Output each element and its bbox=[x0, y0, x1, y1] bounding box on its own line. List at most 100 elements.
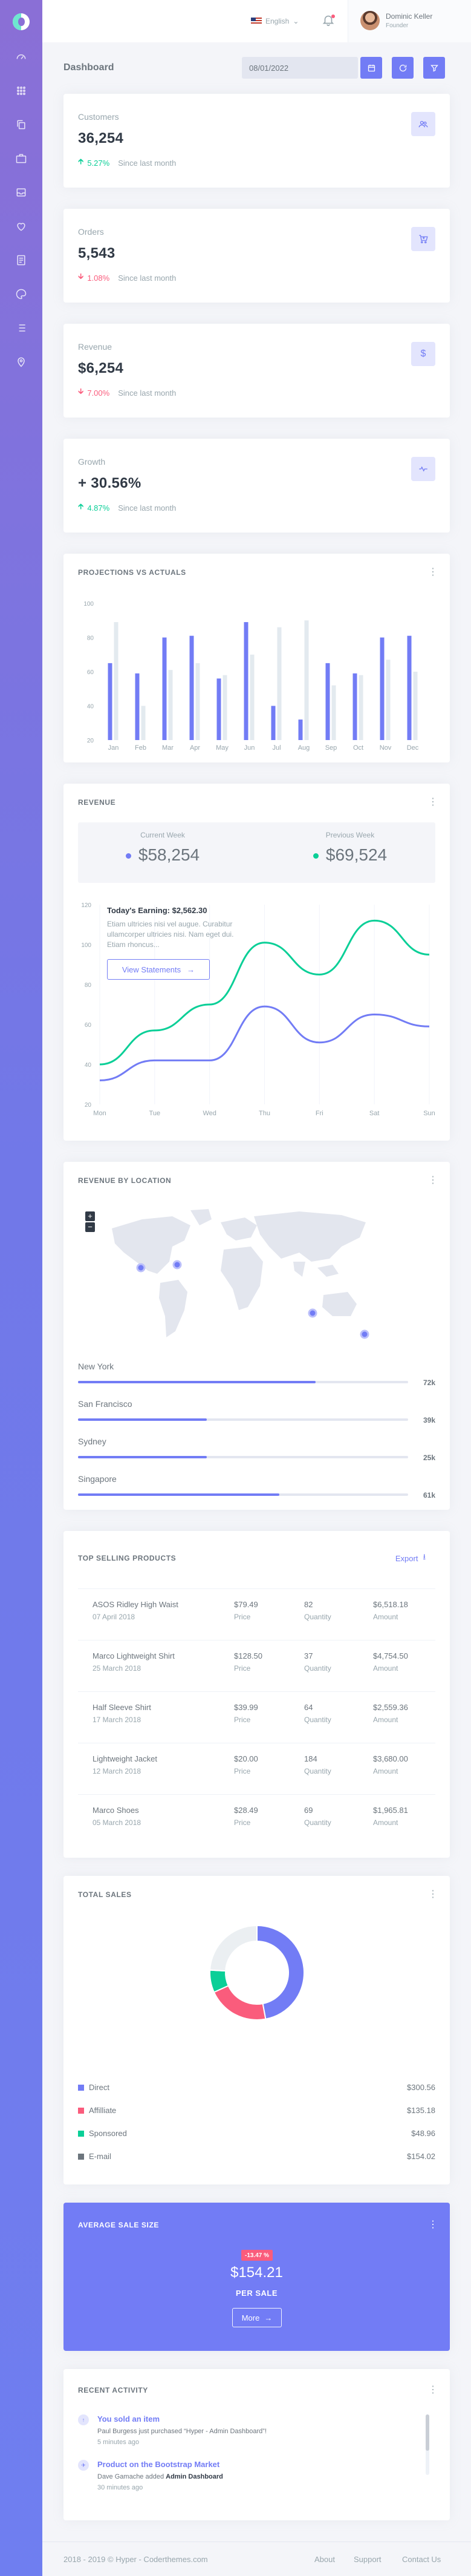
activity-scrollbar[interactable] bbox=[426, 2414, 429, 2475]
table-cell: ASOS Ridley High Waist 07 April 2018 bbox=[93, 1600, 178, 1621]
stat-card-revenue: Revenue $6,254 🡳 7.00% Since last month $ bbox=[63, 324, 450, 418]
average-sale-label: PER SALE bbox=[235, 2289, 278, 2298]
more-vertical-icon[interactable]: ⋮ bbox=[428, 797, 438, 808]
user-menu[interactable]: Dominic Keller Founder bbox=[348, 0, 471, 42]
cart-plus-icon bbox=[411, 227, 435, 251]
table-row[interactable]: ASOS Ridley High Waist 07 April 2018 $79.4… bbox=[78, 1588, 435, 1639]
price-label: Price bbox=[234, 1664, 251, 1673]
stat-label: Revenue bbox=[78, 342, 112, 352]
legend-swatch bbox=[78, 2085, 84, 2091]
price-label: Price bbox=[234, 1818, 251, 1827]
bar[interactable] bbox=[331, 685, 336, 740]
bar[interactable] bbox=[244, 622, 248, 740]
location-value: 72k bbox=[423, 1378, 435, 1387]
bar[interactable] bbox=[380, 637, 385, 741]
list-icon[interactable] bbox=[15, 322, 27, 334]
download-icon: ⭳ bbox=[423, 1552, 426, 1561]
bar[interactable] bbox=[277, 627, 282, 740]
bar[interactable] bbox=[250, 654, 255, 740]
footer-link-about[interactable]: About bbox=[314, 2555, 335, 2564]
dashboard-icon[interactable] bbox=[15, 51, 27, 63]
more-vertical-icon[interactable]: ⋮ bbox=[428, 1175, 438, 1186]
card-title: REVENUE bbox=[78, 798, 116, 807]
date-input[interactable] bbox=[242, 57, 358, 79]
map-marker[interactable] bbox=[308, 1308, 317, 1318]
bar[interactable] bbox=[304, 620, 309, 740]
more-button[interactable]: More → bbox=[232, 2308, 282, 2327]
heart-icon[interactable] bbox=[15, 220, 27, 232]
bar[interactable] bbox=[325, 663, 330, 740]
footer-copyright: 2018 - 2019 © Hyper - Coderthemes.com bbox=[63, 2555, 208, 2564]
filter-button[interactable] bbox=[423, 57, 445, 79]
bar[interactable] bbox=[135, 673, 140, 740]
table-row[interactable]: Marco Lightweight Shirt 25 March 2018 $128… bbox=[78, 1640, 435, 1690]
stat-change: 7.00% bbox=[87, 388, 110, 398]
export-button[interactable]: Export ⭳ bbox=[395, 1552, 426, 1565]
bar[interactable] bbox=[413, 672, 418, 740]
bar[interactable] bbox=[108, 663, 112, 740]
more-vertical-icon[interactable]: ⋮ bbox=[428, 2385, 438, 2396]
bar[interactable] bbox=[114, 622, 119, 740]
x-tick-label: Sat bbox=[369, 1110, 380, 1117]
bar[interactable] bbox=[298, 719, 303, 740]
notification-bell-icon[interactable] bbox=[322, 13, 336, 28]
bar[interactable] bbox=[216, 678, 221, 740]
stat-value: 36,254 bbox=[78, 130, 124, 146]
bar[interactable] bbox=[359, 675, 363, 740]
map-marker[interactable] bbox=[360, 1329, 369, 1339]
bar[interactable] bbox=[141, 706, 146, 741]
inbox-icon[interactable] bbox=[15, 186, 27, 198]
bar[interactable] bbox=[271, 706, 276, 741]
legend-row: Sponsored $48.96 bbox=[78, 2129, 435, 2141]
calendar-button[interactable] bbox=[360, 57, 382, 79]
bar[interactable] bbox=[162, 637, 167, 741]
stat-card-growth: Growth + 30.56% 🡱 4.87% Since last month bbox=[63, 439, 450, 533]
bar[interactable] bbox=[168, 670, 173, 740]
pie-slice[interactable] bbox=[256, 1924, 305, 2020]
bar[interactable] bbox=[352, 673, 357, 740]
average-sale-card: AVERAGE SALE SIZE ⋮ -13.47 % $154.21 PER… bbox=[63, 2203, 450, 2351]
location-progress bbox=[78, 1456, 408, 1458]
table-row[interactable]: Lightweight Jacket 12 March 2018 $20.00 Pri… bbox=[78, 1743, 435, 1793]
quantity-label: Quantity bbox=[304, 1613, 331, 1621]
more-vertical-icon[interactable]: ⋮ bbox=[428, 1889, 438, 1900]
bar[interactable] bbox=[195, 663, 200, 740]
brand-logo-icon[interactable] bbox=[13, 13, 30, 30]
scrollbar-thumb[interactable] bbox=[426, 2414, 429, 2451]
copy-icon[interactable] bbox=[15, 119, 27, 131]
y-tick-label: 120 bbox=[81, 902, 91, 909]
more-vertical-icon[interactable]: ⋮ bbox=[428, 2220, 438, 2230]
location-name: Sydney bbox=[78, 1437, 106, 1446]
product-quantity: 64 bbox=[304, 1703, 313, 1712]
table-row[interactable]: Half Sleeve Shirt 17 March 2018 $39.99 Pric… bbox=[78, 1691, 435, 1742]
current-week-value: $58,254 bbox=[138, 845, 200, 864]
bar[interactable] bbox=[407, 635, 412, 740]
palette-icon[interactable] bbox=[15, 288, 27, 300]
language-selector[interactable]: English ⌄ bbox=[251, 15, 299, 27]
map-marker[interactable] bbox=[172, 1260, 182, 1270]
map-pin-icon[interactable] bbox=[15, 356, 27, 368]
pie-slice[interactable] bbox=[209, 1924, 258, 1972]
bar[interactable] bbox=[189, 635, 194, 740]
table-row[interactable]: Marco Shoes 05 March 2018 $28.49 Price 69 Qua… bbox=[78, 1794, 435, 1844]
bar[interactable] bbox=[386, 660, 391, 740]
y-tick-label: 100 bbox=[83, 601, 94, 608]
view-statements-button[interactable]: View Statements → bbox=[107, 959, 210, 980]
document-icon[interactable] bbox=[15, 254, 27, 266]
activity-description: Dave Gamache added Admin Dashboard bbox=[97, 2473, 223, 2480]
arrow-down-icon: 🡳 bbox=[78, 272, 84, 281]
table-cell: Lightweight Jacket 12 March 2018 bbox=[93, 1754, 157, 1775]
refresh-button[interactable] bbox=[392, 57, 414, 79]
more-vertical-icon[interactable]: ⋮ bbox=[428, 567, 438, 578]
footer-link-contact[interactable]: Contact Us bbox=[402, 2555, 441, 2564]
briefcase-icon[interactable] bbox=[15, 152, 27, 165]
footer-link-support[interactable]: Support bbox=[354, 2555, 382, 2564]
map-marker[interactable] bbox=[136, 1263, 146, 1273]
bar[interactable] bbox=[223, 675, 227, 740]
card-title: REVENUE BY LOCATION bbox=[78, 1176, 172, 1185]
product-price: $28.49 bbox=[234, 1806, 258, 1815]
x-tick-label: Tue bbox=[149, 1110, 161, 1117]
more-label: More bbox=[241, 2313, 260, 2322]
apps-grid-icon[interactable] bbox=[15, 85, 27, 97]
pie-slice[interactable] bbox=[213, 1985, 267, 2020]
